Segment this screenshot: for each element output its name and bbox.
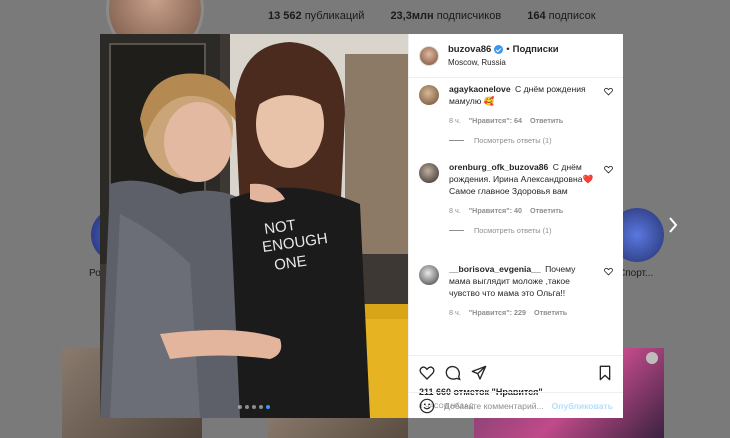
commenter-avatar[interactable]	[419, 163, 439, 183]
author-avatar[interactable]	[419, 45, 439, 66]
separator-dot: •	[506, 44, 510, 55]
post-location[interactable]: Moscow, Russia	[448, 58, 559, 67]
bookmark-icon[interactable]	[597, 365, 613, 381]
comment-likes[interactable]: "Нравится": 64	[469, 116, 522, 125]
chevron-right-icon	[669, 217, 678, 233]
comment-item: orenburg_ofk_buzova86 С днём рождения. И…	[419, 161, 613, 235]
share-send-icon[interactable]	[471, 365, 487, 381]
carousel-dot	[245, 405, 249, 409]
comment-item: agaykaonelove С днём рождения мамулю 🥰 8…	[419, 83, 613, 145]
stat-posts[interactable]: 13 562 публикаций	[268, 10, 364, 22]
replies-line	[449, 230, 464, 231]
view-replies-label: Посмотреть ответы (1)	[474, 226, 552, 235]
reply-button[interactable]: Ответить	[534, 308, 567, 317]
heart-icon[interactable]	[604, 165, 613, 174]
comment-meta: 8 ч. "Нравится": 64 Ответить	[449, 116, 613, 125]
carousel-dot	[259, 405, 263, 409]
commenter-username[interactable]: agaykaonelove	[449, 84, 511, 94]
like-heart-icon[interactable]	[419, 365, 435, 381]
view-replies-button[interactable]: Посмотреть ответы (1)	[449, 136, 613, 145]
following-button[interactable]: Подписки	[513, 44, 559, 55]
commenter-avatar[interactable]	[419, 265, 439, 285]
post-photo-image: NOT ENOUGH ONE	[100, 34, 408, 418]
emoji-icon[interactable]	[419, 398, 435, 414]
comments-list[interactable]: agaykaonelove С днём рождения мамулю 🥰 8…	[409, 79, 623, 354]
replies-line	[449, 140, 464, 141]
publish-button[interactable]: Опубликовать	[552, 401, 613, 411]
author-username[interactable]: buzova86	[448, 44, 491, 55]
commenter-username[interactable]: __borisova_evgenia__	[449, 264, 541, 274]
comment-meta: 8 ч. "Нравится": 40 Ответить	[449, 206, 613, 215]
comment-time[interactable]: 8 ч.	[449, 116, 461, 125]
add-comment-bar: Добавьте комментарий... Опубликовать	[409, 392, 623, 418]
comment-item: __borisova_evgenia__ Почему мама выгляди…	[419, 263, 613, 317]
carousel-dot	[238, 405, 242, 409]
comment-input[interactable]: Добавьте комментарий...	[444, 401, 552, 411]
comment-time[interactable]: 8 ч.	[449, 308, 461, 317]
heart-icon[interactable]	[604, 267, 613, 276]
story-highlight-label: Спорт...	[618, 268, 654, 279]
comment-likes[interactable]: "Нравится": 40	[469, 206, 522, 215]
post-photo[interactable]: NOT ENOUGH ONE	[100, 34, 408, 418]
post-header: buzova86 • Подписки Moscow, Russia	[409, 34, 623, 78]
stat-following[interactable]: 164 подписок	[527, 10, 595, 22]
verified-badge-icon	[494, 45, 504, 54]
heart-icon[interactable]	[604, 87, 613, 96]
comment-bubble-icon[interactable]	[445, 365, 461, 381]
comment-meta: 8 ч. "Нравится": 229 Ответить	[449, 308, 613, 317]
profile-stats: 13 562 публикаций 23,3млн подписчиков 16…	[268, 10, 596, 22]
commenter-username[interactable]: orenburg_ofk_buzova86	[449, 162, 548, 172]
commenter-avatar[interactable]	[419, 85, 439, 105]
stat-followers[interactable]: 23,3млн подписчиков	[390, 10, 501, 22]
reply-button[interactable]: Ответить	[530, 206, 563, 215]
reply-button[interactable]: Ответить	[530, 116, 563, 125]
view-replies-button[interactable]: Посмотреть ответы (1)	[449, 226, 613, 235]
post-modal: NOT ENOUGH ONE buzova86 • Подписки Mosco…	[100, 34, 623, 418]
view-replies-label: Посмотреть ответы (1)	[474, 136, 552, 145]
video-badge-icon	[646, 352, 658, 364]
carousel-dots	[238, 405, 270, 409]
carousel-dot-active	[266, 405, 270, 409]
carousel-dot	[252, 405, 256, 409]
comment-time[interactable]: 8 ч.	[449, 206, 461, 215]
post-sidebar: buzova86 • Подписки Moscow, Russia agayk…	[408, 34, 623, 418]
comment-likes[interactable]: "Нравится": 229	[469, 308, 526, 317]
next-post-button[interactable]	[664, 216, 682, 234]
